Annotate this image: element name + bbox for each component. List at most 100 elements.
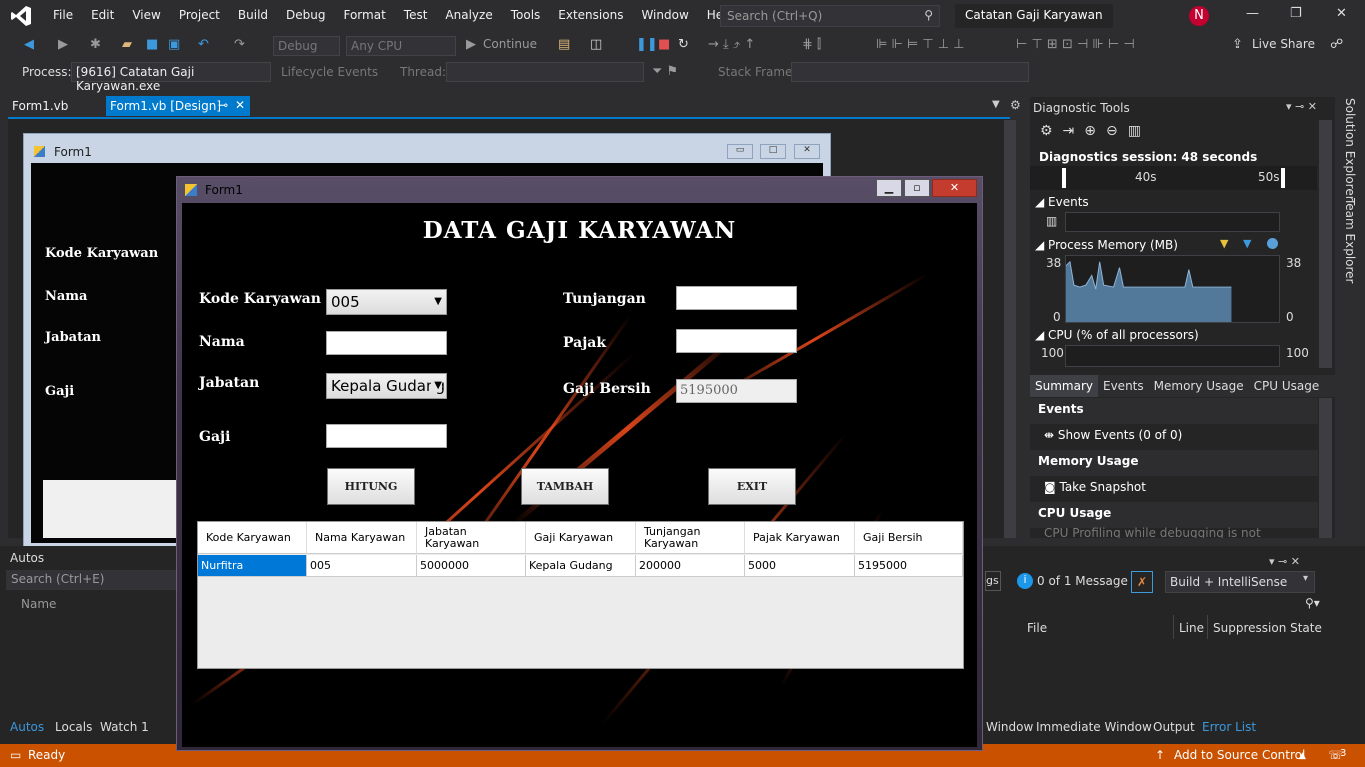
grid-header-kode[interactable]: Kode Karyawan (198, 522, 307, 554)
forward-icon[interactable]: ▶ (58, 37, 68, 52)
gaji-bersih-textbox[interactable]: 5195000 (676, 379, 797, 403)
hex-icon[interactable]: ⋕ ⫿ (802, 37, 821, 52)
stop-icon[interactable]: ■ (658, 37, 670, 52)
team-explorer-tab[interactable]: Team Explorer (1343, 198, 1357, 284)
tab-form1-design[interactable]: Form1.vb [Design] ⊸ ✕ (106, 96, 250, 116)
tab-form1-vb[interactable]: Form1.vb (4, 96, 76, 116)
tab-cpu-usage[interactable]: CPU Usage (1249, 375, 1325, 397)
search-error-icon[interactable]: ⚲▾ (1305, 596, 1320, 610)
restart-icon[interactable]: ↻ (678, 37, 689, 52)
lifecycle-events[interactable]: Lifecycle Events (281, 65, 378, 79)
live-share-button[interactable]: Live Share (1252, 37, 1315, 51)
diag-memory-label[interactable]: ◢ Process Memory (MB) (1035, 238, 1178, 252)
grid-cell[interactable]: 5195000 (855, 555, 963, 577)
menu-extensions[interactable]: Extensions (549, 8, 632, 22)
restore-icon[interactable]: ❐ (1290, 6, 1302, 21)
tunjangan-textbox[interactable] (676, 286, 797, 310)
bottom-tab-immediate[interactable]: Immediate Window (1036, 720, 1152, 734)
grid-header-gaji[interactable]: Gaji Karyawan (526, 522, 636, 554)
menu-window[interactable]: Window (632, 8, 697, 22)
save-all-icon[interactable]: ▣ (168, 37, 180, 52)
settings-gear-icon[interactable]: ⚙ (1010, 98, 1021, 112)
layout-icons[interactable]: ⊢ ⊤ ⊞ ⊡ ⊣ ⊪ ⊢ ⊣ (1016, 37, 1135, 52)
process-icon[interactable]: ▤ (558, 37, 570, 52)
timeline-end-marker[interactable] (1281, 168, 1285, 188)
tab-events[interactable]: Events (1098, 375, 1149, 397)
warnings-filter-tail[interactable]: gs (985, 571, 1001, 591)
grid-header-nama[interactable]: Nama Karyawan (307, 522, 417, 554)
menu-test[interactable]: Test (395, 8, 437, 22)
feedback-icon[interactable]: ☍ (1330, 37, 1343, 52)
diagnostic-toolbar-icons[interactable]: ⚙⇥⊕⊖▥ (1040, 123, 1151, 139)
search-input[interactable]: Search (Ctrl+Q) ⚲ (720, 5, 940, 27)
grid-cell[interactable]: Nurfitra (198, 555, 307, 577)
menu-project[interactable]: Project (170, 8, 229, 22)
tambah-button[interactable]: TAMBAH (521, 468, 609, 505)
jabatan-combobox[interactable]: Kepala Gudang ▼ (326, 373, 447, 399)
grid-header-gaji-bersih[interactable]: Gaji Bersih (855, 522, 963, 554)
diag-window-controls[interactable]: ▾ ⊸ ✕ (1286, 100, 1317, 113)
form-maximize-button[interactable]: ▫ (904, 179, 930, 197)
filter-icon[interactable]: ⏷ ⚑ (652, 64, 678, 79)
pajak-textbox[interactable] (676, 329, 797, 353)
bottom-tab-output[interactable]: Output (1153, 720, 1195, 734)
undo-icon[interactable]: ↶ (198, 37, 209, 52)
exit-button[interactable]: EXIT (708, 468, 796, 505)
tab-overflow-icon[interactable]: ▼ (992, 99, 1000, 110)
take-snapshot-button[interactable]: ◙ Take Snapshot (1030, 476, 1318, 502)
back-icon[interactable]: ◀ (24, 37, 34, 52)
process-select[interactable]: [9616] Catatan Gaji Karyawan.exe (71, 62, 271, 93)
menu-file[interactable]: File (44, 8, 82, 22)
grid-header-jabatan[interactable]: Jabatan Karyawan (417, 522, 526, 554)
nama-textbox[interactable] (326, 331, 447, 355)
step-icon[interactable]: → ⤓ ⤴ ↑ (708, 37, 755, 52)
diag-timeline[interactable]: 40s 50s (1030, 166, 1317, 190)
grid-cell[interactable]: Kepala Gudang (526, 555, 636, 577)
grid-cell[interactable]: 200000 (636, 555, 745, 577)
autos-search-input[interactable]: Search (Ctrl+E) (6, 570, 176, 590)
solution-explorer-tab[interactable]: Solution Explorer (1343, 98, 1357, 201)
add-source-control[interactable]: Add to Source Control (1174, 748, 1305, 762)
hitung-button[interactable]: HITUNG (327, 468, 415, 505)
live-share-icon[interactable]: ⇪ (1232, 37, 1243, 52)
redo-icon[interactable]: ↷ (234, 37, 245, 52)
pin-icon[interactable]: ⊸ (218, 98, 228, 112)
bottom-tab-window[interactable]: Window (986, 720, 1033, 734)
grid-cell[interactable]: 5000 (745, 555, 855, 577)
tab-memory-usage[interactable]: Memory Usage (1149, 375, 1249, 397)
menu-analyze[interactable]: Analyze (436, 8, 501, 22)
form-minimize-button[interactable]: ▁ (876, 179, 902, 197)
kode-karyawan-combobox[interactable]: 005 ▼ (326, 289, 447, 315)
running-form-window[interactable]: Form1 ▁ ▫ ✕ DATA GAJI KARYAWAN Kode Kary… (176, 176, 983, 751)
col-file[interactable]: File (1027, 621, 1047, 635)
summary-scrollbar[interactable] (1319, 398, 1332, 538)
continue-icon[interactable]: ▶ (466, 37, 476, 52)
gaji-textbox[interactable] (326, 424, 447, 448)
grid-header-pajak[interactable]: Pajak Karyawan (745, 522, 855, 554)
stackframe-select[interactable] (791, 62, 1029, 82)
close-tab-icon[interactable]: ✕ (235, 98, 245, 112)
bottom-tab-watch1[interactable]: Watch 1 (100, 720, 149, 734)
bottom-tab-autos[interactable]: Autos (10, 720, 44, 734)
form-close-button[interactable]: ✕ (932, 179, 977, 197)
designer-scrollbar[interactable] (1004, 120, 1016, 538)
filter-build-icon[interactable]: ✗ (1131, 571, 1153, 593)
bottom-tab-error-list[interactable]: Error List (1202, 720, 1256, 734)
diag-scrollbar[interactable] (1319, 120, 1332, 368)
pause-icon[interactable]: ❚❚ (636, 37, 658, 52)
error-list-controls[interactable]: ▾ ⊸ ✕ (1269, 555, 1300, 568)
col-line[interactable]: Line (1179, 621, 1204, 635)
menu-view[interactable]: View (123, 8, 169, 22)
diag-events-label[interactable]: ◢ Events (1035, 195, 1089, 209)
platform-select[interactable]: Any CPU (346, 36, 456, 56)
align-icons[interactable]: ⊫ ⊩ ⊨ ⊤ ⊥ ⊥ (876, 37, 965, 52)
avatar[interactable]: N (1189, 6, 1209, 26)
tab-summary[interactable]: Summary (1030, 375, 1098, 397)
build-filter-select[interactable]: Build + IntelliSense (1165, 571, 1315, 593)
col-suppression[interactable]: Suppression State (1213, 621, 1322, 635)
menu-format[interactable]: Format (334, 8, 394, 22)
grid-header-tunjangan[interactable]: Tunjangan Karyawan (636, 522, 745, 554)
grid-cell[interactable]: 5000000 (417, 555, 526, 577)
minimize-icon[interactable]: — (1246, 6, 1259, 21)
diag-cpu-label[interactable]: ◢ CPU (% of all processors) (1035, 328, 1199, 342)
